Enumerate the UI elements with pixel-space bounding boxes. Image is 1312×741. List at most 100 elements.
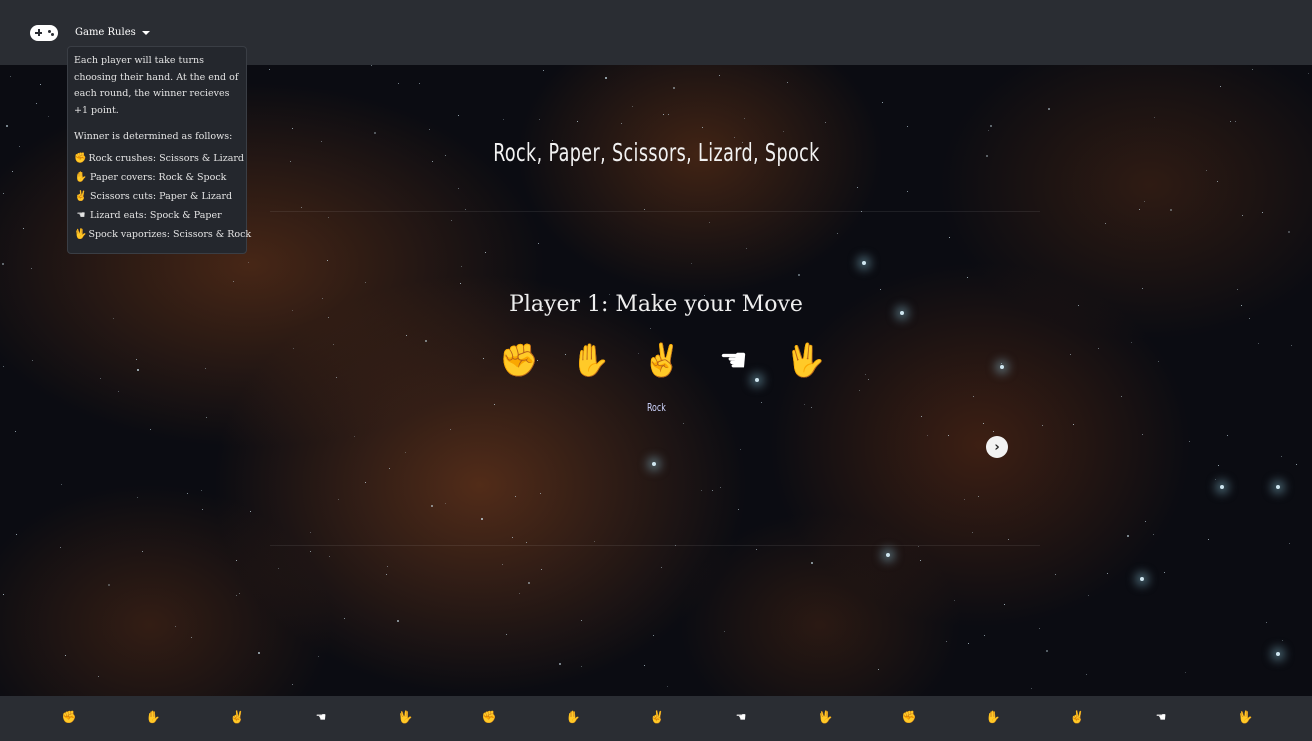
star: [973, 396, 974, 397]
star: [594, 541, 595, 542]
star: [338, 499, 339, 500]
star: [673, 87, 675, 89]
lizard-hand-icon: ☚: [735, 710, 747, 724]
next-button[interactable]: ›: [986, 436, 1008, 458]
star: [811, 562, 813, 564]
star: [445, 503, 446, 504]
star: [756, 549, 757, 550]
star: [1008, 539, 1009, 540]
star: [1153, 534, 1154, 535]
star: [1252, 69, 1253, 70]
star: [1217, 181, 1218, 182]
rule-item-paper: ✋ Paper covers: Rock & Spock: [74, 169, 240, 188]
star: [354, 436, 355, 437]
rule-text: Rock crushes: Scissors & Lizard: [88, 152, 245, 164]
star: [927, 435, 928, 436]
star: [1289, 543, 1290, 544]
star: [1242, 215, 1243, 216]
footer-bar: ✊ ✋ ✌ ☚ 🖖 ✊ ✋ ✌ ☚ 🖖 ✊ ✋ ✌ ☚ 🖖: [0, 696, 1312, 741]
star: [458, 115, 459, 116]
star: [1170, 209, 1172, 211]
star: [450, 429, 451, 430]
gamepad-icon[interactable]: [30, 24, 58, 41]
star: [425, 340, 427, 342]
star: [1139, 209, 1140, 210]
star: [859, 390, 860, 391]
star: [328, 317, 329, 318]
rule-text: Spock vaporizes: Scissors & Rock: [88, 228, 252, 240]
paper-hand-icon: ✋: [985, 710, 1001, 724]
star: [61, 484, 62, 485]
star: [528, 582, 530, 584]
rule-text: Paper covers: Rock & Spock: [90, 171, 227, 183]
star: [465, 209, 466, 210]
spock-hand-icon: 🖖: [1237, 710, 1253, 724]
rule-item-lizard: ☚ Lizard eats: Spock & Paper: [74, 207, 240, 226]
paper-hand-icon: ✋: [565, 710, 581, 724]
star: [661, 567, 662, 568]
star: [1220, 86, 1221, 87]
star: [1164, 572, 1165, 573]
star: [344, 618, 345, 619]
star: [621, 123, 622, 124]
star: [113, 318, 114, 319]
scissors-hand-icon[interactable]: ✌: [640, 338, 684, 382]
star: [719, 75, 720, 76]
star: [663, 114, 664, 115]
star: [738, 509, 739, 510]
star: [1296, 464, 1297, 465]
star: [205, 368, 206, 369]
star: [1144, 201, 1145, 202]
divider-line: [270, 211, 1040, 212]
star: [541, 569, 542, 570]
star: [175, 626, 176, 627]
star: [1073, 424, 1074, 425]
chevron-right-icon: ›: [994, 439, 1000, 455]
star: [1142, 434, 1143, 435]
bright-star: [1140, 577, 1144, 581]
star: [1105, 223, 1106, 224]
star: [543, 70, 544, 71]
star: [907, 191, 908, 192]
game-rules-menu: Each player will take turns choosing the…: [67, 46, 251, 254]
star: [701, 490, 702, 491]
star: [712, 490, 713, 491]
scissors-hand-icon: ✌: [74, 190, 88, 202]
star: [389, 468, 390, 469]
star: [336, 377, 337, 378]
star: [365, 482, 366, 483]
spock-hand-icon: 🖖: [817, 710, 833, 724]
star: [365, 282, 366, 283]
star: [485, 252, 486, 253]
star: [865, 374, 866, 375]
scissors-hand-icon: ✌: [1069, 710, 1085, 724]
star: [683, 423, 684, 424]
bright-star: [1220, 485, 1224, 489]
spock-hand-icon[interactable]: 🖖: [783, 338, 827, 382]
star: [798, 274, 800, 276]
paper-hand-icon[interactable]: ✋: [569, 338, 613, 382]
star: [1046, 650, 1048, 652]
star: [653, 635, 654, 636]
star: [1282, 640, 1283, 641]
star: [506, 634, 507, 635]
game-rules-dropdown-toggle[interactable]: Game Rules: [75, 27, 150, 38]
star: [787, 82, 788, 83]
star: [292, 684, 293, 685]
star: [964, 499, 965, 500]
star: [515, 496, 516, 497]
star: [236, 560, 237, 561]
star: [990, 125, 992, 127]
star: [1127, 535, 1129, 537]
star: [60, 547, 61, 548]
lizard-hand-icon[interactable]: ☚: [712, 338, 756, 382]
star: [1237, 289, 1238, 290]
star: [526, 542, 527, 543]
star: [327, 260, 328, 261]
game-rules-label: Game Rules: [75, 27, 136, 38]
star: [23, 228, 24, 229]
star: [16, 534, 17, 535]
star: [333, 344, 334, 345]
rock-hand-icon[interactable]: ✊: [497, 338, 541, 382]
rock-hand-icon: ✊: [61, 710, 77, 724]
